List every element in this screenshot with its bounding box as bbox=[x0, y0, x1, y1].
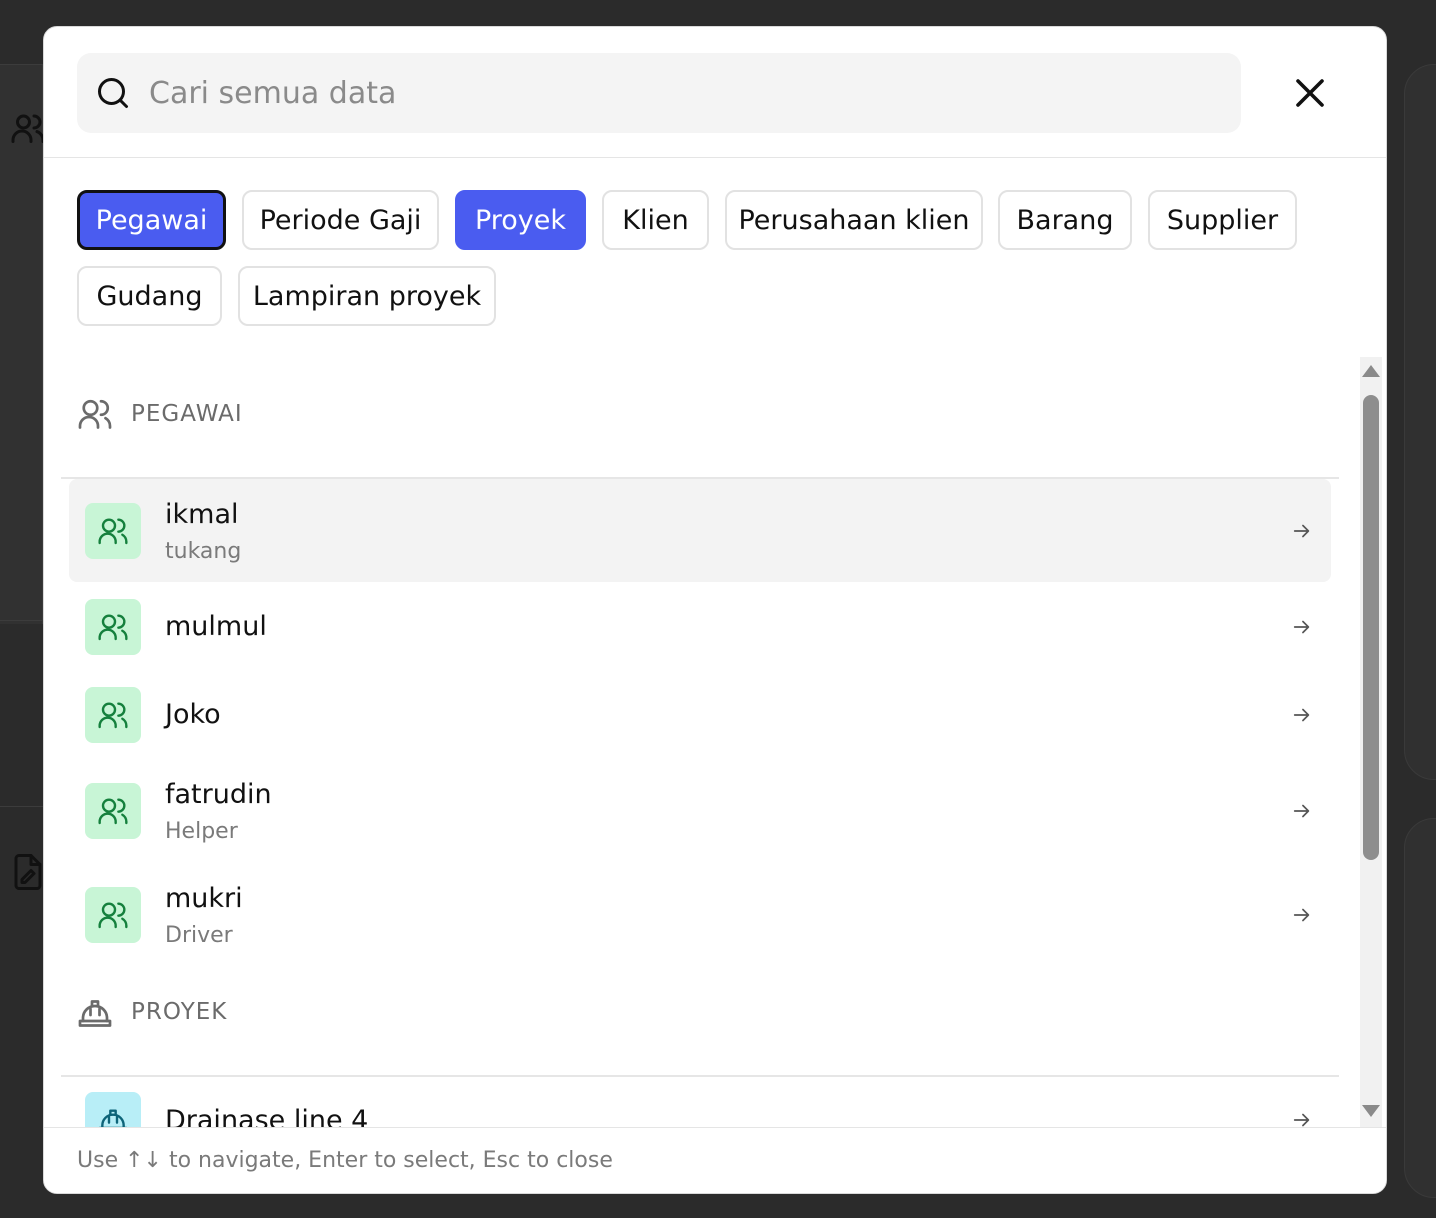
users-icon bbox=[98, 614, 128, 641]
result-row[interactable]: mulmul bbox=[69, 587, 1331, 667]
arrow-right-icon bbox=[1293, 524, 1310, 538]
background-card bbox=[1404, 64, 1436, 780]
scrollbar-thumb[interactable] bbox=[1363, 395, 1379, 860]
scroll-up-arrow-icon[interactable] bbox=[1362, 365, 1380, 377]
result-subtitle: tukang bbox=[165, 539, 242, 564]
users-icon bbox=[98, 798, 128, 825]
arrow-right-icon bbox=[1293, 804, 1310, 818]
result-title: mulmul bbox=[165, 611, 267, 642]
result-row[interactable]: fatrudin Helper bbox=[69, 759, 1331, 859]
close-icon bbox=[1296, 79, 1324, 107]
result-row[interactable]: ikmal tukang bbox=[69, 479, 1331, 582]
search-header bbox=[44, 27, 1386, 158]
section-label: PROYEK bbox=[131, 999, 228, 1025]
keyboard-hint-footer: Use ↑↓ to navigate, Enter to select, Esc… bbox=[44, 1127, 1386, 1193]
search-icon bbox=[98, 78, 128, 108]
close-button[interactable] bbox=[1288, 71, 1332, 115]
section-divider bbox=[61, 1075, 1339, 1077]
project-avatar bbox=[85, 1092, 141, 1127]
file-signature-icon bbox=[10, 852, 46, 896]
filter-chip-lampiran-proyek[interactable]: Lampiran proyek bbox=[238, 266, 496, 326]
result-subtitle: Helper bbox=[165, 819, 238, 844]
filter-chip-barang[interactable]: Barang bbox=[998, 190, 1132, 250]
background-divider bbox=[0, 620, 43, 621]
users-icon bbox=[98, 702, 128, 729]
employee-avatar bbox=[85, 783, 141, 839]
result-title: Drainase line 4 bbox=[165, 1105, 369, 1127]
hard-hat-icon bbox=[99, 1109, 127, 1127]
section-label: PEGAWAI bbox=[131, 401, 243, 427]
result-row[interactable]: mukri Driver bbox=[69, 863, 1331, 963]
result-title: Joko bbox=[165, 699, 221, 730]
result-row[interactable]: Joko bbox=[69, 675, 1331, 755]
filter-chip-supplier[interactable]: Supplier bbox=[1148, 190, 1297, 250]
employee-avatar bbox=[85, 687, 141, 743]
users-icon bbox=[78, 399, 112, 429]
filter-chip-proyek[interactable]: Proyek bbox=[455, 190, 586, 250]
filter-chip-periode-gaji[interactable]: Periode Gaji bbox=[242, 190, 439, 250]
arrow-right-icon bbox=[1293, 908, 1310, 922]
result-title: mukri bbox=[165, 883, 243, 914]
employee-avatar bbox=[85, 599, 141, 655]
employee-avatar bbox=[85, 503, 141, 559]
filter-chip-gudang[interactable]: Gudang bbox=[77, 266, 222, 326]
results-list: PEGAWAI ikmal tukang mulmul Joko fatrudi… bbox=[44, 357, 1360, 1127]
global-search-dialog: Pegawai Periode Gaji Proyek Klien Perusa… bbox=[43, 26, 1387, 1194]
search-box bbox=[77, 53, 1241, 133]
employee-avatar bbox=[85, 887, 141, 943]
hard-hat-icon bbox=[78, 1000, 112, 1027]
results-scrollbar[interactable] bbox=[1360, 357, 1382, 1127]
section-header-pegawai: PEGAWAI bbox=[77, 389, 243, 439]
result-subtitle: Driver bbox=[165, 923, 233, 948]
filter-chip-pegawai[interactable]: Pegawai bbox=[77, 190, 226, 250]
arrow-right-icon bbox=[1293, 1113, 1310, 1127]
result-row[interactable]: Drainase line 4 bbox=[69, 1079, 1331, 1127]
background-divider bbox=[0, 806, 43, 807]
section-header-proyek: PROYEK bbox=[77, 987, 227, 1037]
users-icon bbox=[98, 902, 128, 929]
filter-chip-perusahaan-klien[interactable]: Perusahaan klien bbox=[725, 190, 983, 250]
users-icon bbox=[98, 518, 128, 545]
users-icon bbox=[10, 110, 46, 150]
background-card bbox=[1404, 818, 1436, 1198]
background-divider bbox=[0, 64, 43, 65]
scroll-down-arrow-icon[interactable] bbox=[1362, 1105, 1380, 1117]
result-title: fatrudin bbox=[165, 779, 272, 810]
arrow-right-icon bbox=[1293, 620, 1310, 634]
search-input[interactable] bbox=[149, 69, 1219, 117]
keyboard-hint: Use ↑↓ to navigate, Enter to select, Esc… bbox=[77, 1148, 613, 1173]
arrow-right-icon bbox=[1293, 708, 1310, 722]
result-title: ikmal bbox=[165, 499, 239, 530]
filter-chip-klien[interactable]: Klien bbox=[602, 190, 709, 250]
